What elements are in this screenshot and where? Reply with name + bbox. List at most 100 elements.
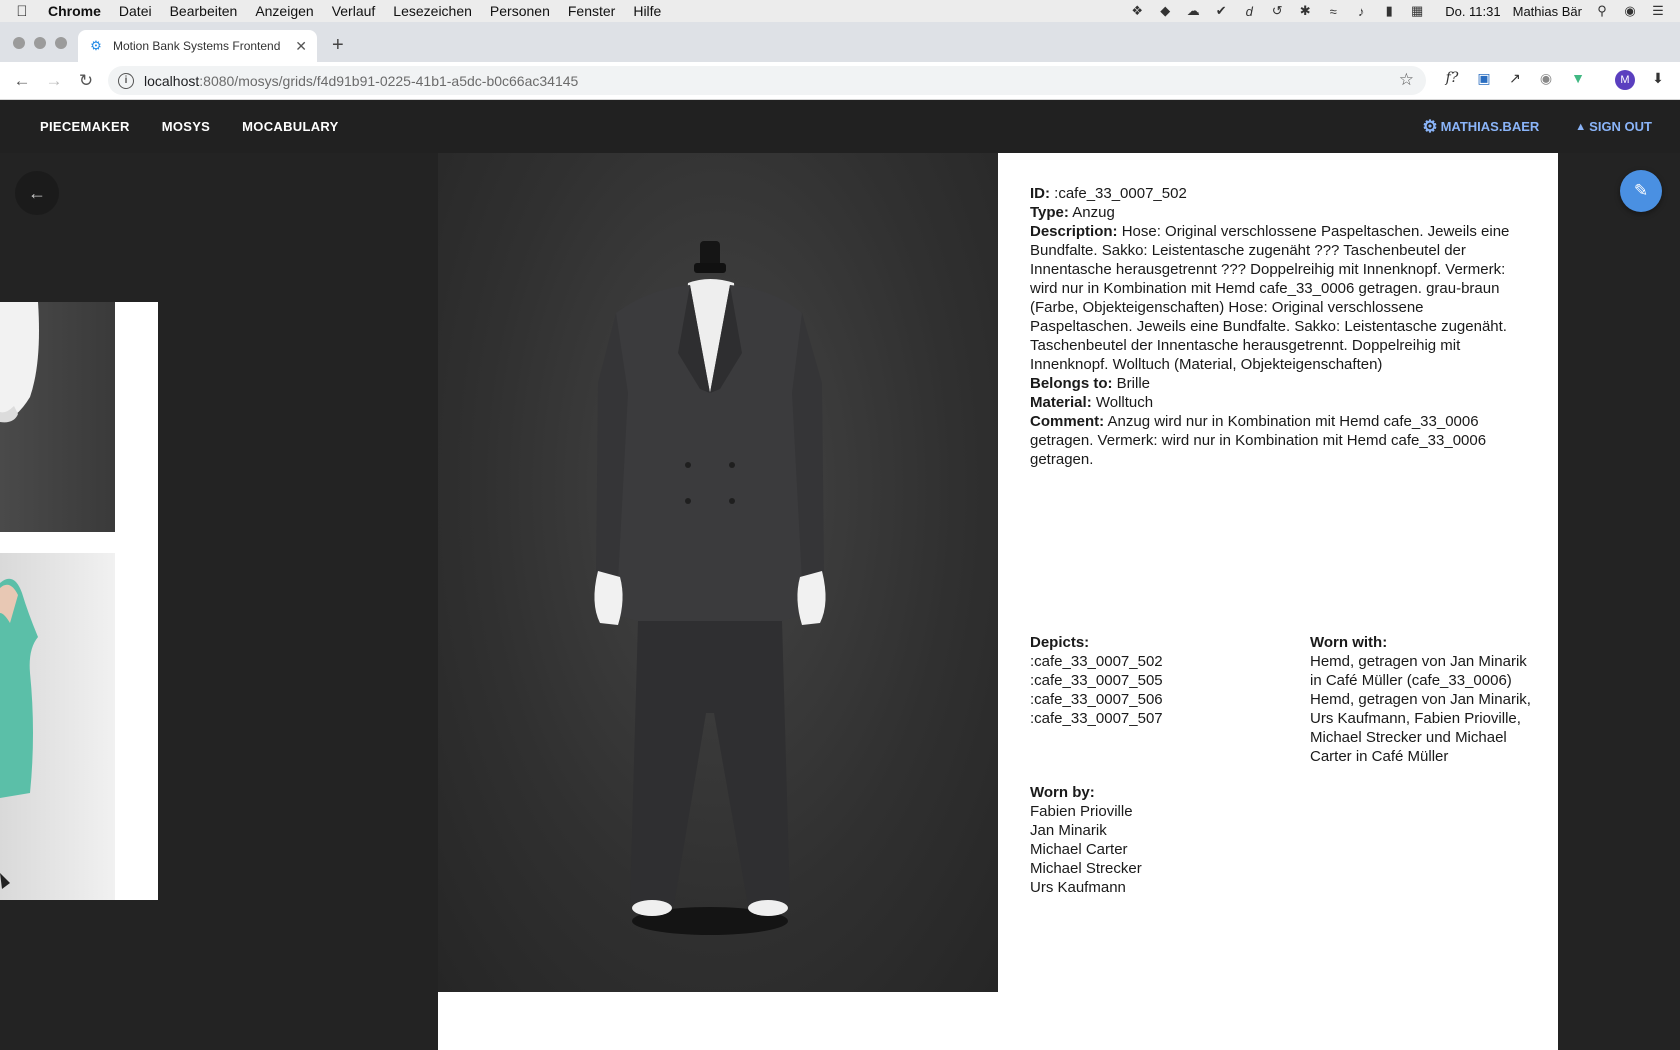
description-row: Description: Hose: Original verschlossen… — [1030, 222, 1526, 374]
worn-by-item[interactable]: Michael Carter — [1030, 840, 1250, 859]
id-label: ID: — [1030, 185, 1050, 202]
time-machine-icon[interactable]: ↺ — [1269, 3, 1285, 19]
spotlight-icon[interactable]: ⚲ — [1594, 3, 1610, 19]
bluetooth-icon[interactable]: ✱ — [1297, 3, 1313, 19]
nav-mocabulary[interactable]: MOCABULARY — [242, 119, 338, 134]
browser-tab-active[interactable]: ⚙ Motion Bank Systems Frontend ✕ — [78, 30, 317, 62]
belongs-row: Belongs to: Brille — [1030, 374, 1526, 393]
menubar-user[interactable]: Mathias Bär — [1513, 4, 1582, 19]
grid-cell-thumbnail[interactable] — [0, 302, 158, 532]
siri-icon[interactable]: ◉ — [1622, 3, 1638, 19]
apple-menu-icon[interactable]:  — [0, 3, 44, 20]
checkmark-icon[interactable]: ✔ — [1213, 3, 1229, 19]
url-host: localhost — [144, 72, 200, 89]
depicts-item[interactable]: :cafe_33_0007_502 — [1030, 652, 1250, 671]
worn-by-item[interactable]: Urs Kaufmann — [1030, 878, 1250, 897]
material-row: Material: Wolltuch — [1030, 393, 1526, 412]
depicts-list: Depicts: :cafe_33_0007_502 :cafe_33_0007… — [1030, 633, 1250, 728]
close-tab-icon[interactable]: ✕ — [295, 38, 307, 55]
browser-toolbar: ← → ↻ i localhost:8080/mosys/grids/f4d91… — [0, 62, 1680, 100]
wifi-icon[interactable]: ≈ — [1325, 4, 1341, 19]
worn-with-list: Worn with: Hemd, getragen von Jan Minari… — [1310, 633, 1532, 766]
belongs-value: Brille — [1116, 375, 1151, 392]
menu-bearbeiten[interactable]: Bearbeiten — [161, 3, 247, 19]
macos-menu-bar:  Chrome Datei Bearbeiten Anzeigen Verla… — [0, 0, 1680, 22]
zoom-window-button[interactable] — [55, 37, 67, 49]
edit-button[interactable]: ✎ — [1620, 170, 1662, 212]
type-label: Type: — [1030, 204, 1069, 221]
back-nav-icon[interactable]: ← — [12, 71, 32, 91]
menu-datei[interactable]: Datei — [110, 3, 161, 19]
evernote-icon[interactable]: ◆ — [1157, 3, 1173, 19]
address-bar[interactable]: i localhost:8080/mosys/grids/f4d91b91-02… — [108, 66, 1426, 95]
fontface-ninja-icon[interactable]: f? — [1442, 70, 1462, 86]
new-tab-button[interactable]: + — [332, 34, 344, 57]
worn-with-item[interactable]: Hemd, getragen von Jan Minarik, Urs Kauf… — [1310, 690, 1532, 766]
worn-with-heading: Worn with: — [1310, 634, 1388, 651]
close-window-button[interactable] — [13, 37, 25, 49]
vue-devtools-icon[interactable]: ▼ — [1568, 70, 1588, 86]
description-label: Description: — [1030, 223, 1118, 240]
material-value: Wolltuch — [1095, 394, 1154, 411]
external-link-icon[interactable]: ↗ — [1505, 70, 1525, 87]
profile-avatar-icon[interactable]: M — [1615, 70, 1635, 90]
menu-chrome[interactable]: Chrome — [44, 3, 110, 19]
dropbox-icon[interactable]: ❖ — [1129, 3, 1145, 19]
calendar-icon[interactable]: ▦ — [1409, 3, 1425, 19]
comment-row: Comment: Anzug wird nur in Kombination m… — [1030, 412, 1526, 469]
tab-title: Motion Bank Systems Frontend — [113, 39, 281, 53]
dash-icon[interactable]: d — [1241, 4, 1257, 19]
arrow-left-icon: ← — [28, 183, 46, 203]
battery-icon[interactable]: ▮ — [1381, 3, 1397, 19]
worn-by-item[interactable]: Fabien Prioville — [1030, 802, 1250, 821]
menu-anzeigen[interactable]: Anzeigen — [246, 3, 322, 19]
bookmark-star-icon[interactable]: ☆ — [1399, 70, 1414, 90]
volume-icon[interactable]: ♪ — [1353, 4, 1369, 19]
camera-icon[interactable]: ◉ — [1536, 70, 1556, 87]
sign-out-link[interactable]: ▲ SIGN OUT — [1575, 119, 1652, 134]
worn-with-item[interactable]: Hemd, getragen von Jan Minarik in Café M… — [1310, 652, 1532, 690]
minimize-window-button[interactable] — [34, 37, 46, 49]
worn-by-heading: Worn by: — [1030, 784, 1095, 801]
menubar-clock[interactable]: Do. 11:31 — [1445, 4, 1500, 19]
belongs-label: Belongs to: — [1030, 375, 1113, 392]
depicts-item[interactable]: :cafe_33_0007_505 — [1030, 671, 1250, 690]
nav-piecemaker[interactable]: PIECEMAKER — [40, 119, 130, 134]
image-footer-strip — [438, 992, 998, 1050]
grid-canvas: ← ID::cafe_33_0007_502 Type: Anzug Desc… — [0, 153, 1680, 1050]
back-button[interactable]: ← — [15, 171, 59, 215]
costume-thumbnail-image — [0, 302, 115, 532]
type-row: Type: Anzug — [1030, 203, 1526, 222]
site-info-icon[interactable]: i — [118, 72, 134, 89]
nav-mosys[interactable]: MOSYS — [162, 119, 210, 134]
screenshot-extension-icon[interactable]: ▣ — [1474, 70, 1494, 87]
grid-cell-thumbnail[interactable] — [0, 532, 158, 900]
metadata-panel: ID: :cafe_33_0007_502 Type: Anzug Descri… — [998, 153, 1558, 1050]
notification-center-icon[interactable]: ☰ — [1650, 3, 1666, 19]
dress-thumbnail-image — [0, 553, 115, 900]
menu-fenster[interactable]: Fenster — [559, 3, 624, 19]
browser-tab-strip: ⚙ Motion Bank Systems Frontend ✕ + — [0, 22, 1680, 62]
worn-by-item[interactable]: Jan Minarik — [1030, 821, 1250, 840]
reload-icon[interactable]: ↻ — [76, 71, 96, 91]
creative-cloud-icon[interactable]: ☁ — [1185, 3, 1201, 19]
id-row: ID: :cafe_33_0007_502 — [1030, 184, 1526, 203]
forward-nav-icon[interactable]: → — [44, 71, 64, 91]
costume-details: ID: :cafe_33_0007_502 Type: Anzug Descri… — [1030, 184, 1526, 469]
description-value: Hose: Original verschlossene Paspeltasch… — [1030, 223, 1510, 373]
menu-hilfe[interactable]: Hilfe — [624, 3, 670, 19]
id-value: :cafe_33_0007_502 — [1054, 185, 1187, 202]
motion-bank-favicon-icon: ⚙ — [90, 38, 102, 53]
depicts-item[interactable]: :cafe_33_0007_507 — [1030, 709, 1250, 728]
menu-lesezeichen[interactable]: Lesezeichen — [384, 3, 481, 19]
costume-main-image[interactable] — [438, 153, 998, 992]
download-icon[interactable]: ⬇ — [1648, 70, 1668, 87]
menu-verlauf[interactable]: Verlauf — [323, 3, 385, 19]
sign-out-label: SIGN OUT — [1589, 119, 1652, 134]
depicts-item[interactable]: :cafe_33_0007_506 — [1030, 690, 1250, 709]
worn-by-list: Worn by: Fabien Prioville Jan Minarik Mi… — [1030, 783, 1250, 897]
user-settings-link[interactable]: ⚙ MATHIAS.BAER — [1422, 117, 1539, 137]
worn-by-item[interactable]: Michael Strecker — [1030, 859, 1250, 878]
pencil-icon: ✎ — [1633, 181, 1649, 200]
menu-personen[interactable]: Personen — [481, 3, 559, 19]
